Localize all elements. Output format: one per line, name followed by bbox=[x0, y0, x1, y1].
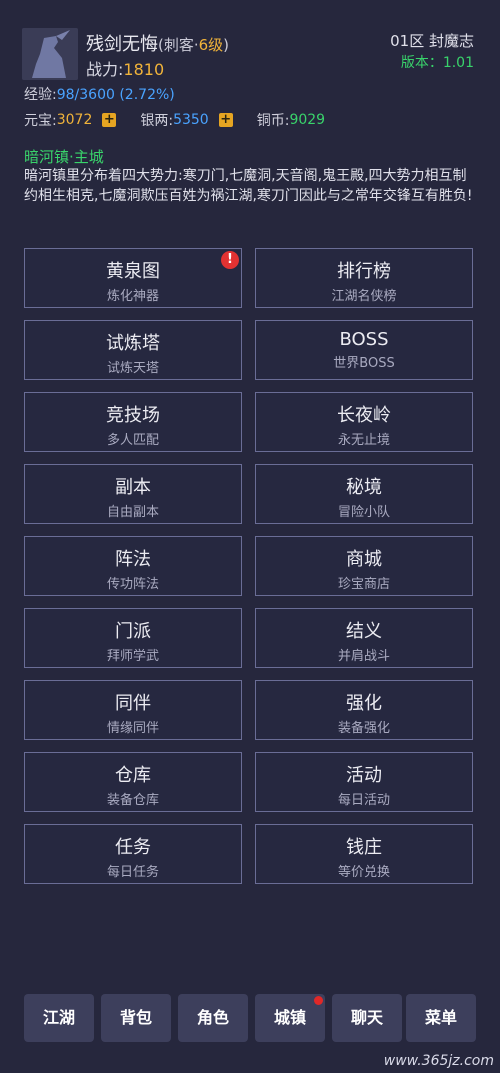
location-description: 暗河镇里分布着四大势力:寒刀门,七魔洞,天音阁,鬼王殿,四大势力相互制约相生相克… bbox=[24, 168, 473, 204]
nav-menu-button[interactable]: 菜单 bbox=[406, 994, 476, 1042]
menu-button-subtitle: 炼化神器 bbox=[106, 289, 159, 304]
menu-button-title: 钱庄 bbox=[346, 837, 382, 858]
menu-button-title: 秘境 bbox=[346, 477, 382, 498]
nav-chat-button[interactable]: 聊天 bbox=[332, 994, 402, 1042]
yinliang-value: 5350 bbox=[173, 112, 209, 128]
power-value: 1810 bbox=[123, 60, 165, 79]
notification-dot-icon bbox=[314, 996, 323, 1005]
menu-button-subtitle: 试炼天塔 bbox=[106, 361, 159, 376]
player-level: 6级 bbox=[198, 36, 224, 54]
player-name: 残剑无悔 bbox=[86, 34, 158, 55]
menu-button-bank[interactable]: 钱庄 等价兑换 bbox=[255, 824, 473, 884]
menu-button-title: 竞技场 bbox=[106, 405, 160, 426]
menu-button-subtitle: 永无止境 bbox=[337, 433, 390, 448]
player-class-open: (刺客· bbox=[158, 36, 199, 54]
yinliang-label: 银两: bbox=[140, 113, 174, 129]
power-line: 战力:1810 bbox=[86, 56, 164, 80]
menu-button-boss[interactable]: BOSS 世界BOSS bbox=[255, 320, 473, 380]
assassin-silhouette-icon bbox=[22, 28, 78, 80]
menu-button-title: 同伴 bbox=[115, 693, 151, 714]
menu-button-title: 长夜岭 bbox=[337, 405, 391, 426]
menu-button-shop[interactable]: 商城 珍宝商店 bbox=[255, 536, 473, 596]
version-label: 版本：1.01 bbox=[400, 55, 474, 71]
add-yuanbao-icon[interactable]: + bbox=[102, 113, 117, 127]
menu-button-subtitle: 等价兑换 bbox=[337, 865, 390, 880]
power-label: 战力: bbox=[86, 60, 124, 79]
server-name: 01区 封魔志 bbox=[390, 32, 474, 50]
menu-button-subtitle: 并肩战斗 bbox=[337, 649, 390, 664]
menu-button-huangquantu[interactable]: 黄泉图 炼化神器 ! bbox=[24, 248, 242, 308]
menu-button-dungeon[interactable]: 副本 自由副本 bbox=[24, 464, 242, 524]
menu-button-title: 结义 bbox=[346, 621, 382, 642]
menu-button-subtitle: 每日任务 bbox=[106, 865, 159, 880]
menu-button-subtitle: 情缘同伴 bbox=[106, 721, 159, 736]
menu-button-changyeling[interactable]: 长夜岭 永无止境 bbox=[255, 392, 473, 452]
character-avatar[interactable] bbox=[22, 28, 78, 80]
menu-button-title: 副本 bbox=[115, 477, 151, 498]
menu-button-subtitle: 拜师学武 bbox=[106, 649, 159, 664]
menu-button-quests[interactable]: 任务 每日任务 bbox=[24, 824, 242, 884]
menu-button-subtitle: 世界BOSS bbox=[333, 356, 395, 371]
menu-button-title: 排行榜 bbox=[337, 261, 391, 282]
exp-percent: (2.72%) bbox=[119, 87, 175, 103]
yuanbao-label: 元宝: bbox=[24, 113, 57, 129]
nav-bag-button[interactable]: 背包 bbox=[101, 994, 171, 1042]
menu-button-title: BOSS bbox=[339, 329, 389, 350]
menu-button-companion[interactable]: 同伴 情缘同伴 bbox=[24, 680, 242, 740]
menu-button-subtitle: 装备仓库 bbox=[106, 793, 159, 808]
menu-button-trial-tower[interactable]: 试炼塔 试炼天塔 bbox=[24, 320, 242, 380]
alert-icon: ! bbox=[221, 251, 239, 269]
menu-button-subtitle: 多人匹配 bbox=[106, 433, 159, 448]
menu-button-subtitle: 冒险小队 bbox=[337, 505, 390, 520]
menu-button-subtitle: 装备强化 bbox=[337, 721, 390, 736]
menu-button-title: 黄泉图 bbox=[106, 261, 160, 282]
menu-button-sworn-brothers[interactable]: 结义 并肩战斗 bbox=[255, 608, 473, 668]
menu-button-secret-realm[interactable]: 秘境 冒险小队 bbox=[255, 464, 473, 524]
menu-button-enhance[interactable]: 强化 装备强化 bbox=[255, 680, 473, 740]
menu-button-subtitle: 每日活动 bbox=[337, 793, 390, 808]
menu-button-arena[interactable]: 竞技场 多人匹配 bbox=[24, 392, 242, 452]
exp-value: 98/3600 bbox=[56, 87, 115, 103]
nav-town-label: 城镇 bbox=[273, 1008, 306, 1027]
tongbi-label: 铜币: bbox=[256, 113, 290, 129]
menu-button-title: 商城 bbox=[346, 549, 382, 570]
menu-button-title: 任务 bbox=[115, 837, 151, 858]
menu-button-subtitle: 传功阵法 bbox=[106, 577, 159, 592]
player-name-line: 残剑无悔(刺客·6级) bbox=[86, 30, 229, 56]
currency-bar: 元宝: 3072 + 银两: 5350 + 铜币: 9029 bbox=[24, 110, 325, 130]
menu-button-ranking[interactable]: 排行榜 江湖名侠榜 bbox=[255, 248, 473, 308]
location-title: 暗河镇·主城 bbox=[24, 148, 104, 166]
menu-button-title: 活动 bbox=[346, 765, 382, 786]
exp-line: 经验:98/3600 (2.72%) bbox=[24, 84, 175, 104]
player-class-close: ) bbox=[223, 36, 230, 54]
menu-button-formation[interactable]: 阵法 传功阵法 bbox=[24, 536, 242, 596]
watermark: www.365jz.com bbox=[383, 1053, 494, 1069]
menu-button-title: 强化 bbox=[346, 693, 382, 714]
menu-button-title: 阵法 bbox=[115, 549, 151, 570]
menu-button-title: 门派 bbox=[115, 621, 151, 642]
exp-label: 经验: bbox=[24, 87, 57, 103]
menu-button-warehouse[interactable]: 仓库 装备仓库 bbox=[24, 752, 242, 812]
menu-button-events[interactable]: 活动 每日活动 bbox=[255, 752, 473, 812]
menu-button-subtitle: 江湖名侠榜 bbox=[331, 289, 397, 304]
nav-character-button[interactable]: 角色 bbox=[178, 994, 248, 1042]
menu-button-sect[interactable]: 门派 拜师学武 bbox=[24, 608, 242, 668]
nav-jianghu-button[interactable]: 江湖 bbox=[24, 994, 94, 1042]
tongbi-value: 9029 bbox=[289, 112, 326, 128]
menu-button-title: 试炼塔 bbox=[106, 333, 160, 354]
yuanbao-value: 3072 bbox=[56, 112, 93, 128]
add-yinliang-icon[interactable]: + bbox=[218, 113, 233, 127]
nav-town-button[interactable]: 城镇 bbox=[255, 994, 325, 1042]
menu-button-subtitle: 自由副本 bbox=[106, 505, 159, 520]
menu-button-title: 仓库 bbox=[115, 765, 151, 786]
menu-button-subtitle: 珍宝商店 bbox=[337, 577, 390, 592]
